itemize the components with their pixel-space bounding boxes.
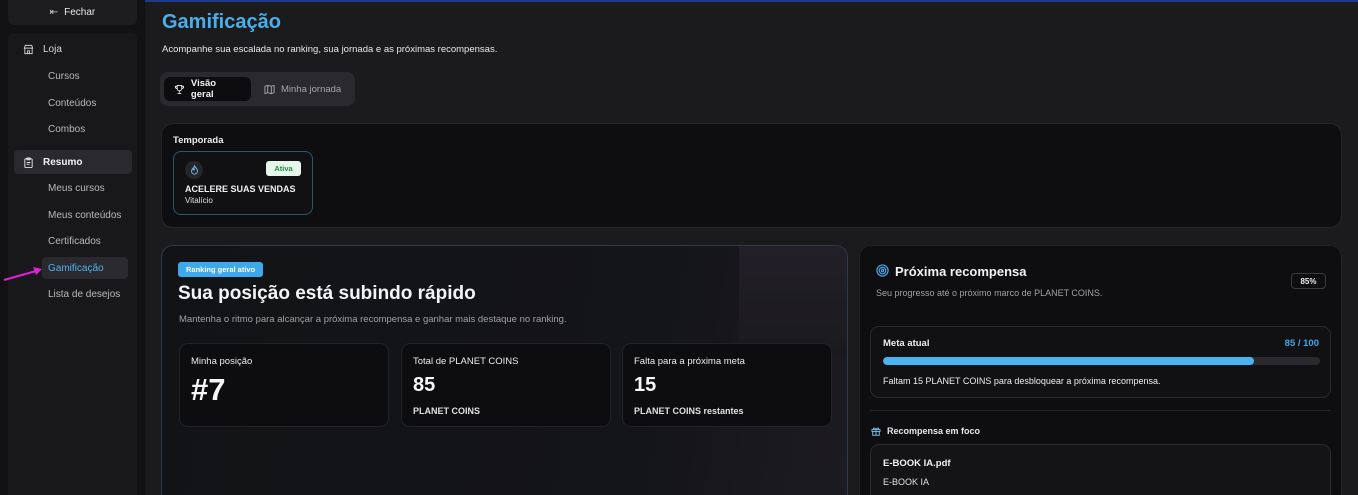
goal-value: 85 / 100 <box>1284 338 1319 349</box>
trophy-icon <box>174 84 185 94</box>
status-badge: Ativa <box>266 161 301 176</box>
stat-value: 85 <box>413 374 436 396</box>
stat-unit: PLANET COINS <box>413 406 481 416</box>
ranking-subtitle: Mantenha o ritmo para alcançar a próxima… <box>179 314 567 325</box>
stat-unit: PLANET COINS restantes <box>634 406 744 416</box>
season-duration: Vitalício <box>185 196 213 205</box>
tab-label: Minha jornada <box>281 83 342 95</box>
sidebar-item-gamificacao[interactable]: Gamificação <box>42 257 128 279</box>
focus-reward-sub: E-BOOK IA <box>883 477 930 487</box>
sidebar-item-conteudos[interactable]: Conteúdos <box>42 92 102 114</box>
sidebar-item-certificados[interactable]: Certificados <box>42 230 107 252</box>
view-tabs: Visão geral Minha jornada <box>160 72 355 106</box>
flame-icon <box>185 161 203 179</box>
ranking-title: Sua posição está subindo rápido <box>178 283 476 304</box>
season-card: Temporada Ativa ACELERE SUAS VENDAS Vita… <box>161 123 1342 228</box>
sidebar-item-combos[interactable]: Combos <box>42 118 91 140</box>
sidebar-group-label: Resumo <box>43 156 83 168</box>
sidebar-item-meus-cursos[interactable]: Meus cursos <box>42 177 111 199</box>
collapse-icon: ⇤ <box>49 7 59 18</box>
stat-label: Falta para a próxima meta <box>634 356 745 367</box>
stat-label: Total de PLANET COINS <box>413 356 519 367</box>
tab-minha-jornada[interactable]: Minha jornada <box>254 77 351 101</box>
store-icon <box>23 44 34 54</box>
reward-card: Próxima recompensa 85% Seu progresso até… <box>859 245 1342 495</box>
clipboard-icon <box>24 156 33 168</box>
tab-visao-geral[interactable]: Visão geral <box>164 77 251 101</box>
ranking-card: Ranking geral ativo Sua posição está sub… <box>161 245 848 495</box>
sidebar-group-resumo[interactable]: Resumo <box>14 150 132 174</box>
stat-value: 15 <box>634 374 657 396</box>
sidebar-item-lista-de-desejos[interactable]: Lista de desejos <box>42 283 126 305</box>
goal-progress-fill <box>883 357 1255 365</box>
progress-percent-badge: 85% <box>1291 273 1326 289</box>
reward-title: Próxima recompensa <box>895 264 1027 279</box>
divider <box>870 410 1331 411</box>
gift-icon <box>871 427 881 436</box>
ranking-badge: Ranking geral ativo <box>178 262 264 277</box>
tab-label: Visão geral <box>190 78 217 100</box>
season-item[interactable]: Ativa ACELERE SUAS VENDAS Vitalício <box>173 151 313 215</box>
sidebar-group-loja[interactable]: Loja <box>14 37 132 61</box>
goal-box: Meta atual 85 / 100 Faltam 15 PLANET COI… <box>870 326 1331 398</box>
goal-progress-bar <box>883 357 1320 365</box>
stat-total-coins: Total de PLANET COINS 85 PLANET COINS <box>401 343 611 427</box>
sidebar-group-label: Loja <box>43 43 62 55</box>
target-icon <box>876 264 889 277</box>
close-button[interactable]: ⇤ Fechar <box>8 0 137 25</box>
page-subtitle: Acompanhe sua escalada no ranking, sua j… <box>162 44 498 55</box>
annotation-arrow-icon <box>3 267 42 281</box>
stat-value: #7 <box>191 372 226 407</box>
goal-label: Meta atual <box>883 338 930 349</box>
sidebar-item-meus-conteudos[interactable]: Meus conteúdos <box>42 204 127 226</box>
close-label: Fechar <box>64 7 96 18</box>
stat-minha-posicao: Minha posição #7 <box>179 343 389 427</box>
focus-reward-item[interactable]: E-BOOK IA.pdf E-BOOK IA <box>870 444 1331 495</box>
sidebar-item-cursos[interactable]: Cursos <box>42 65 86 87</box>
page-title: Gamificação <box>162 11 281 33</box>
stat-label: Minha posição <box>191 356 253 367</box>
stat-falta-meta: Falta para a próxima meta 15 PLANET COIN… <box>622 343 832 427</box>
top-border <box>145 0 1358 2</box>
map-icon <box>264 84 275 94</box>
focus-label: Recompensa em foco <box>887 426 981 436</box>
sidebar: ⇤ Fechar Loja Cursos Conteúdos Combos Re… <box>0 0 145 495</box>
reward-subtitle: Seu progresso até o próximo marco de PLA… <box>876 288 1103 298</box>
goal-message: Faltam 15 PLANET COINS para desbloquear … <box>883 376 1161 386</box>
focus-reward-name: E-BOOK IA.pdf <box>883 458 951 469</box>
ranking-decor <box>739 246 847 356</box>
season-name: ACELERE SUAS VENDAS <box>185 184 296 194</box>
season-label: Temporada <box>173 135 224 146</box>
